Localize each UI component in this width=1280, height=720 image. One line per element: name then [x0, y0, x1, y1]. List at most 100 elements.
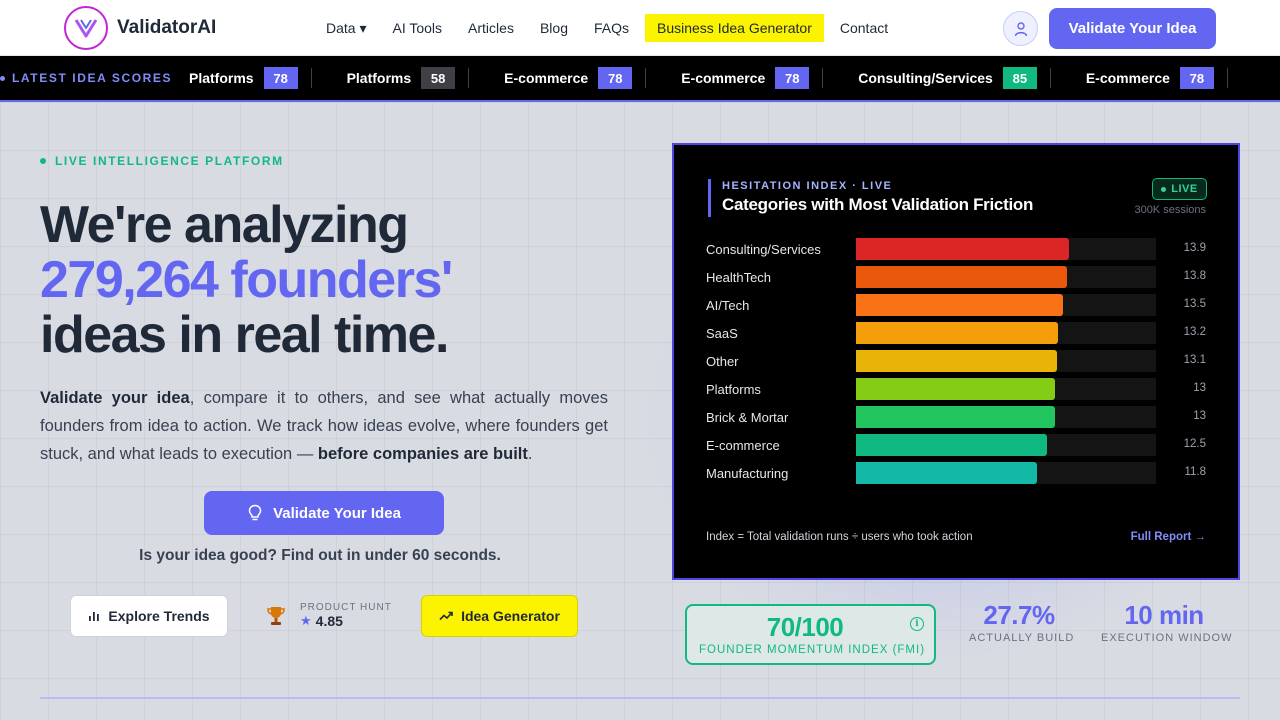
- live-badge: LIVE: [1152, 178, 1207, 200]
- bar-value-label: 11.8: [1184, 466, 1206, 478]
- bar-row: Manufacturing 11.8: [706, 461, 1206, 489]
- bar-category-label: Platforms: [706, 382, 761, 397]
- brand-logo[interactable]: [64, 6, 108, 50]
- fmi-card: 70/100 FOUNDER MOMENTUM INDEX (FMI) i: [685, 604, 936, 665]
- bar-value-label: 13.1: [1183, 354, 1206, 366]
- nav-link-ai-tools[interactable]: AI Tools: [383, 14, 453, 42]
- ticker-item[interactable]: E-commerce 78: [1037, 56, 1214, 100]
- fmi-label: FOUNDER MOMENTUM INDEX (FMI): [699, 644, 926, 656]
- product-hunt-rating[interactable]: PRODUCT HUNT ★ 4.85: [266, 602, 392, 629]
- ticker-category: Platforms: [189, 70, 254, 86]
- panel-header: HESITATION INDEX · LIVE Categories with …: [708, 179, 1033, 217]
- bar-track: [856, 350, 1156, 372]
- bar-value-label: 13.5: [1183, 298, 1206, 310]
- bar-track: [856, 434, 1156, 456]
- nav-link-business-idea-generator[interactable]: Business Idea Generator: [645, 14, 824, 42]
- bar: [856, 238, 1069, 260]
- logo-v-icon: [74, 19, 98, 38]
- bar: [856, 378, 1055, 400]
- bar-row: AI/Tech 13.5: [706, 293, 1206, 321]
- ticker-category: E-commerce: [504, 70, 589, 86]
- ticker-divider: [468, 68, 470, 88]
- nav-link-articles[interactable]: Articles: [458, 14, 524, 42]
- actually-build-label: ACTUALLY BUILD: [969, 632, 1075, 644]
- trophy-icon: [267, 606, 285, 625]
- ticker-item[interactable]: Platforms 78: [166, 56, 298, 100]
- bar-category-label: SaaS: [706, 326, 738, 341]
- idea-generator-button[interactable]: Idea Generator: [421, 595, 578, 637]
- ticker-item[interactable]: Consulting/Services 85: [809, 56, 1037, 100]
- headline-line-1: We're analyzing: [40, 196, 409, 254]
- ticker-divider: [1049, 68, 1051, 88]
- bar: [856, 266, 1068, 288]
- brand-name[interactable]: ValidatorAI: [117, 17, 216, 39]
- ticker-divider: [310, 68, 312, 88]
- ticker-divider: [1226, 68, 1228, 88]
- panel-title: Categories with Most Validation Friction: [722, 195, 1034, 214]
- ticker-score-badge: 78: [775, 67, 810, 89]
- bar-row: Consulting/Services 13.9: [706, 237, 1206, 265]
- bar-value-label: 13.9: [1183, 242, 1206, 254]
- hero-description: Validate your idea, compare it to others…: [40, 389, 608, 463]
- ticker-item[interactable]: E-commerce 78: [632, 56, 810, 100]
- ticker-category: Platforms: [346, 70, 412, 86]
- ticker-score-badge: 78: [598, 67, 633, 89]
- bar-category-label: Other: [706, 354, 739, 369]
- ticker-items: Platforms 78 Platforms 58 E-commerce 78 E-comm…: [166, 56, 1240, 100]
- nav-link-contact[interactable]: Contact: [830, 14, 898, 42]
- nav-validate-button[interactable]: Validate Your Idea: [1049, 8, 1216, 49]
- bar-value-label: 13: [1193, 382, 1206, 394]
- bar-category-label: Consulting/Services: [706, 242, 821, 257]
- product-hunt-score: ★ 4.85: [300, 613, 343, 629]
- explore-trends-button[interactable]: Explore Trends: [70, 595, 228, 637]
- bar-row: HealthTech 13.8: [706, 265, 1206, 293]
- bar-track: [856, 406, 1156, 428]
- bar-row: Brick & Mortar 13: [706, 405, 1206, 433]
- actually-build-stat: 27.7% ACTUALLY BUILD: [969, 600, 1075, 644]
- bar-category-label: Manufacturing: [706, 466, 789, 481]
- ticker-divider: [822, 68, 824, 88]
- bar: [856, 434, 1048, 456]
- hero-eyebrow: LIVE INTELLIGENCE PLATFORM: [40, 154, 284, 168]
- bar-value-label: 13: [1193, 410, 1206, 422]
- friction-bar-chart: Consulting/Services 13.9 HealthTech 13.8 AI/…: [706, 237, 1206, 489]
- bar-track: [856, 266, 1156, 288]
- ticker-label: LATEST IDEA SCORES: [0, 56, 172, 100]
- nav-link-data[interactable]: Data ▾: [316, 14, 377, 42]
- panel-footnote: Index = Total validation runs ÷ users wh…: [706, 531, 973, 543]
- ticker-divider: [645, 68, 647, 88]
- ticker-category: Consulting/Services: [858, 70, 993, 86]
- bar-row: Platforms 13: [706, 377, 1206, 405]
- bar-track: [856, 294, 1156, 316]
- bar-category-label: HealthTech: [706, 270, 772, 285]
- ticker-category: E-commerce: [1085, 70, 1170, 86]
- bar-value-label: 13.8: [1183, 270, 1206, 282]
- hero-headline: We're analyzing 279,264 founders' ideas …: [40, 198, 640, 363]
- star-icon: ★: [300, 613, 312, 628]
- ticker-item[interactable]: E-commerce 78: [455, 56, 633, 100]
- bar: [856, 406, 1055, 428]
- product-hunt-label: PRODUCT HUNT: [300, 602, 392, 613]
- bar-row: E-commerce 12.5: [706, 433, 1206, 461]
- ticker-dot-icon: [0, 75, 5, 81]
- ticker-score-badge: 85: [1002, 67, 1037, 89]
- hero-validate-button[interactable]: Validate Your Idea: [204, 491, 444, 535]
- account-button[interactable]: [1003, 11, 1038, 46]
- hesitation-index-panel: HESITATION INDEX · LIVE Categories with …: [672, 143, 1240, 580]
- execution-window-stat: 10 min EXECUTION WINDOW: [1101, 600, 1232, 644]
- nav-links: Data ▾ AI Tools Articles Blog FAQs Busin…: [316, 14, 904, 42]
- ticker-score-badge: 78: [263, 67, 298, 89]
- nav-link-blog[interactable]: Blog: [530, 14, 578, 42]
- headline-line-3: ideas in real time.: [40, 306, 449, 364]
- trending-up-icon: [439, 611, 453, 621]
- ticker-item[interactable]: Platforms 58: [298, 56, 456, 100]
- bar-value-label: 13.2: [1183, 326, 1206, 338]
- bar-row: Other 13.1: [706, 349, 1206, 377]
- sessions-count: 300K sessions: [1134, 204, 1206, 216]
- execution-window-value: 10 min: [1124, 600, 1204, 630]
- bar-track: [856, 462, 1156, 484]
- bar-row: SaaS 13.2: [706, 321, 1206, 349]
- full-report-link[interactable]: Full Report →: [1131, 531, 1206, 543]
- info-icon[interactable]: i: [910, 617, 924, 631]
- nav-link-faqs[interactable]: FAQs: [584, 14, 639, 42]
